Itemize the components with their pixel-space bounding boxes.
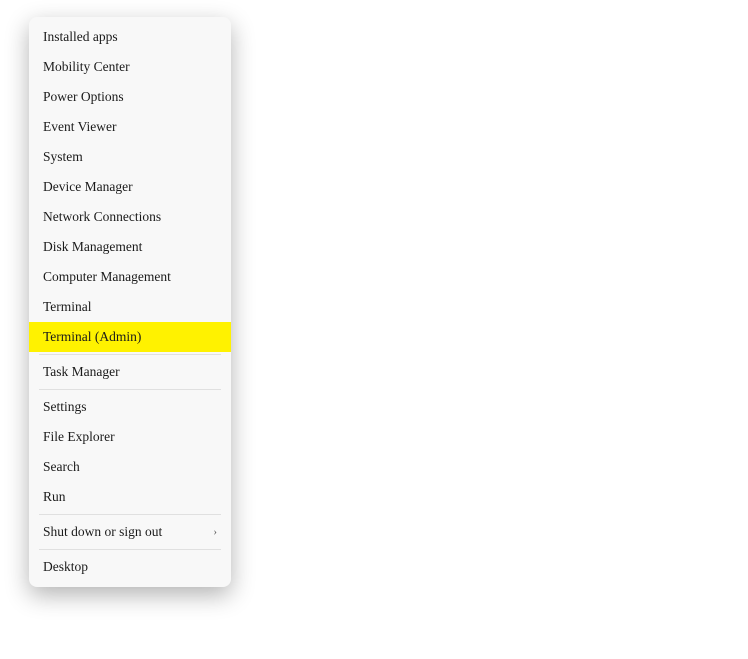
menu-item-file-explorer[interactable]: File Explorer — [29, 422, 231, 452]
menu-item-label: Run — [43, 489, 66, 505]
watermark: winaero.com — [320, 368, 423, 391]
menu-item-run[interactable]: Run — [29, 482, 231, 512]
menu-item-label: Shut down or sign out — [43, 524, 162, 540]
menu-item-label: Search — [43, 459, 80, 475]
menu-separator — [39, 389, 221, 390]
watermark: winaero.com — [585, 518, 688, 541]
menu-item-label: Terminal — [43, 299, 92, 315]
winx-context-menu: Installed apps Mobility Center Power Optio… — [29, 17, 231, 587]
menu-item-terminal-admin[interactable]: Terminal (Admin) — [29, 322, 231, 352]
watermark: winaero.com — [320, 518, 423, 541]
menu-item-label: Event Viewer — [43, 119, 117, 135]
watermark: winaero.com — [320, 68, 423, 91]
menu-item-label: Settings — [43, 399, 87, 415]
menu-item-label: Device Manager — [43, 179, 133, 195]
watermark: winaero.com — [585, 218, 688, 241]
menu-item-disk-management[interactable]: Disk Management — [29, 232, 231, 262]
menu-item-event-viewer[interactable]: Event Viewer — [29, 112, 231, 142]
menu-item-computer-management[interactable]: Computer Management — [29, 262, 231, 292]
menu-item-system[interactable]: System — [29, 142, 231, 172]
menu-item-device-manager[interactable]: Device Manager — [29, 172, 231, 202]
menu-item-terminal[interactable]: Terminal — [29, 292, 231, 322]
menu-item-search[interactable]: Search — [29, 452, 231, 482]
menu-item-label: Computer Management — [43, 269, 171, 285]
menu-item-shut-down-or-sign-out[interactable]: Shut down or sign out › — [29, 517, 231, 547]
menu-item-label: Disk Management — [43, 239, 142, 255]
chevron-right-icon: › — [213, 526, 217, 538]
menu-item-label: Task Manager — [43, 364, 120, 380]
menu-item-label: Network Connections — [43, 209, 161, 225]
menu-item-label: Installed apps — [43, 29, 118, 45]
menu-item-label: Terminal (Admin) — [43, 329, 141, 345]
menu-item-label: System — [43, 149, 83, 165]
menu-separator — [39, 549, 221, 550]
menu-item-installed-apps[interactable]: Installed apps — [29, 22, 231, 52]
menu-item-label: Desktop — [43, 559, 88, 575]
menu-item-label: Mobility Center — [43, 59, 130, 75]
watermark: winaero.com — [320, 218, 423, 241]
menu-item-mobility-center[interactable]: Mobility Center — [29, 52, 231, 82]
menu-item-network-connections[interactable]: Network Connections — [29, 202, 231, 232]
watermark: winaero.com — [585, 368, 688, 391]
menu-item-power-options[interactable]: Power Options — [29, 82, 231, 112]
menu-item-desktop[interactable]: Desktop — [29, 552, 231, 582]
watermark: winaero.com — [585, 68, 688, 91]
menu-separator — [39, 354, 221, 355]
menu-item-label: Power Options — [43, 89, 124, 105]
menu-item-label: File Explorer — [43, 429, 115, 445]
menu-separator — [39, 514, 221, 515]
menu-item-settings[interactable]: Settings — [29, 392, 231, 422]
menu-item-task-manager[interactable]: Task Manager — [29, 357, 231, 387]
